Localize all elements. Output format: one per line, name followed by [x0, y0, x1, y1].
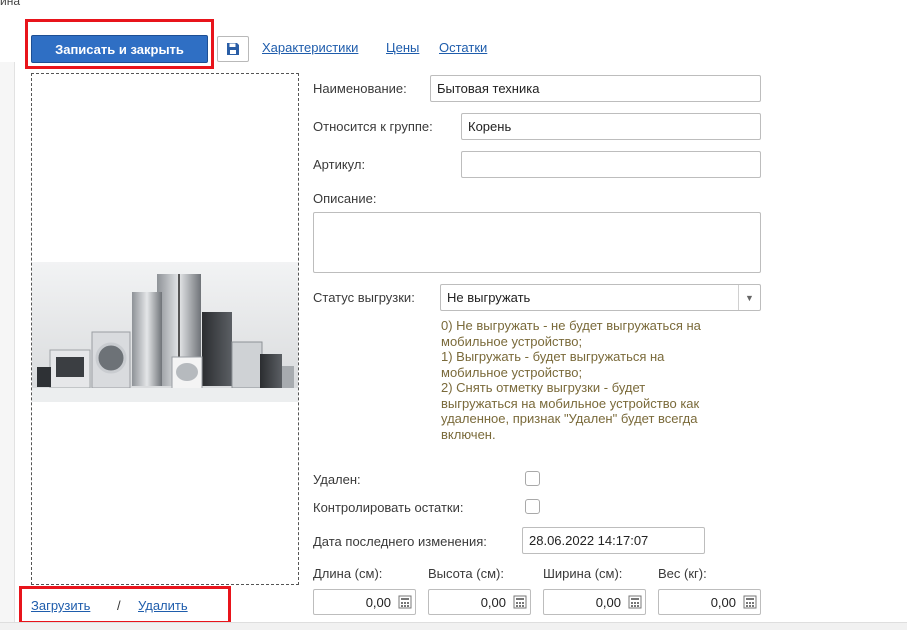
status-help-text: 0) Не выгружать - не будет выгружаться н… [441, 318, 701, 442]
delete-image-link[interactable]: Удалить [138, 598, 188, 613]
left-panel-edge [0, 62, 15, 622]
width-field[interactable]: 0,00 [543, 589, 646, 615]
status-selected-value: Не выгружать [447, 290, 531, 305]
height-label: Высота (см): [428, 566, 504, 581]
group-label: Относится к группе: [313, 119, 433, 134]
calculator-icon[interactable] [743, 595, 757, 609]
weight-value: 0,00 [710, 594, 736, 610]
description-label: Описание: [313, 191, 377, 206]
deleted-label: Удален: [313, 472, 361, 487]
weight-label: Вес (кг): [658, 566, 707, 581]
control-stock-label: Контролировать остатки: [313, 500, 464, 515]
height-value: 0,00 [480, 594, 506, 610]
cropped-window-title: ина [0, 0, 21, 8]
deleted-checkbox[interactable] [525, 471, 540, 486]
height-field[interactable]: 0,00 [428, 589, 531, 615]
tab-stock[interactable]: Остатки [439, 40, 487, 55]
length-value: 0,00 [365, 594, 391, 610]
calculator-icon[interactable] [628, 595, 642, 609]
upload-image-link[interactable]: Загрузить [31, 598, 90, 613]
calculator-icon[interactable] [513, 595, 527, 609]
control-stock-checkbox[interactable] [525, 499, 540, 514]
appliances-image [32, 262, 298, 402]
actions-separator: / [117, 598, 121, 613]
article-field[interactable] [461, 151, 761, 178]
tab-characteristics[interactable]: Характеристики [262, 40, 358, 55]
name-label: Наименование: [313, 81, 407, 96]
last-modified-field[interactable]: 28.06.2022 14:17:07 [522, 527, 705, 554]
tab-prices[interactable]: Цены [386, 40, 419, 55]
floppy-disk-icon [227, 43, 239, 55]
last-modified-label: Дата последнего изменения: [313, 534, 487, 549]
save-and-close-button[interactable]: Записать и закрыть [31, 35, 208, 63]
status-label: Статус выгрузки: [313, 290, 415, 305]
width-label: Ширина (см): [543, 566, 623, 581]
length-field[interactable]: 0,00 [313, 589, 416, 615]
name-field[interactable]: Бытовая техника [430, 75, 761, 102]
width-value: 0,00 [595, 594, 621, 610]
group-field[interactable]: Корень [461, 113, 761, 140]
save-button[interactable] [217, 36, 249, 62]
status-select[interactable]: Не выгружать ▼ [440, 284, 761, 311]
chevron-down-icon[interactable]: ▼ [738, 285, 760, 310]
description-textarea[interactable] [313, 212, 761, 273]
calculator-icon[interactable] [398, 595, 412, 609]
length-label: Длина (см): [313, 566, 383, 581]
article-label: Артикул: [313, 157, 366, 172]
weight-field[interactable]: 0,00 [658, 589, 761, 615]
